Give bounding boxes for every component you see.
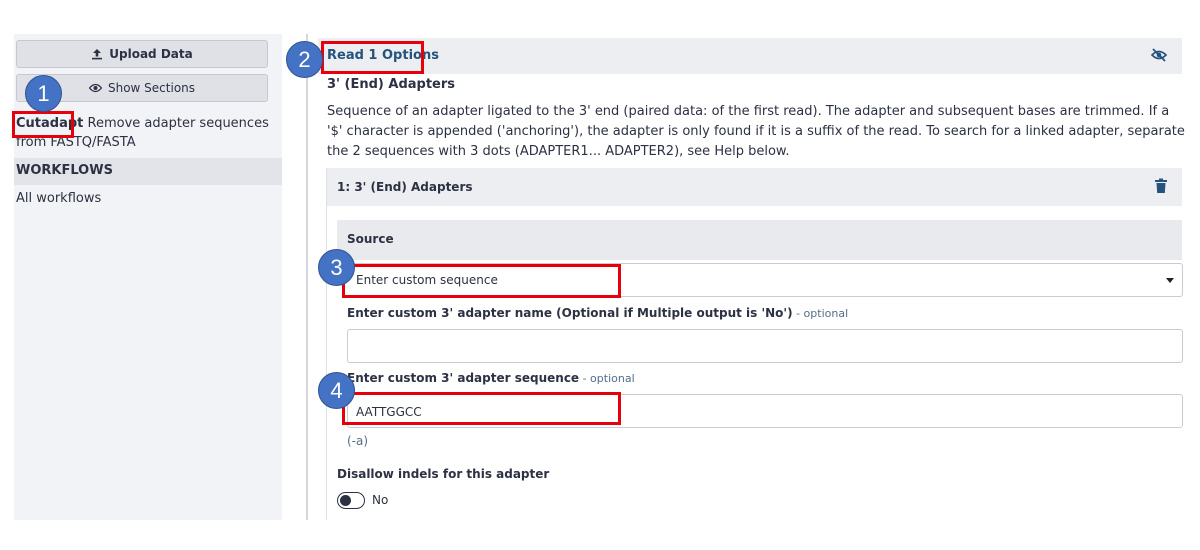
adapter-sequence-label-text: Enter custom 3' adapter sequence — [347, 371, 580, 385]
upload-data-button[interactable]: Upload Data — [16, 40, 268, 68]
repeat-title: 1: 3' (End) Adapters — [337, 180, 473, 194]
panel-divider[interactable] — [306, 34, 308, 520]
caret-down-icon[interactable] — [1166, 278, 1174, 283]
eye-slash-icon[interactable] — [1150, 46, 1168, 64]
optional-tag: - optional — [579, 372, 635, 385]
step-badge-3: 3 — [318, 249, 355, 286]
trash-icon[interactable] — [1154, 178, 1168, 194]
argument-hint: (-a) — [347, 434, 369, 448]
adapter-repeat-header[interactable]: 1: 3' (End) Adapters — [327, 168, 1182, 206]
step-badge-1: 1 — [25, 75, 62, 112]
adapter-name-input[interactable] — [347, 329, 1183, 363]
read1-options-section-header[interactable]: Read 1 Options — [318, 38, 1182, 74]
step-badge-2: 2 — [286, 41, 323, 78]
toggle-knob — [340, 495, 351, 506]
section-title[interactable]: Read 1 Options — [327, 48, 439, 63]
source-conditional-box: Source — [337, 220, 1182, 260]
eye-icon — [88, 83, 102, 93]
adapter-sequence-label: Enter custom 3' adapter sequence - optio… — [347, 371, 635, 385]
upload-icon — [92, 49, 103, 60]
disallow-indels-value: No — [372, 493, 389, 507]
disallow-indels-toggle[interactable] — [337, 492, 365, 509]
step-badge-4: 4 — [318, 372, 355, 409]
source-select[interactable]: Enter custom sequence — [343, 263, 1183, 297]
show-sections-label: Show Sections — [107, 81, 196, 95]
adapter-name-label-text: Enter custom 3' adapter name (Optional i… — [347, 306, 793, 320]
adapters-help-text: Sequence of an adapter ligated to the 3'… — [327, 104, 1185, 159]
adapter-name-label: Enter custom 3' adapter name (Optional i… — [347, 306, 848, 320]
upload-data-label: Upload Data — [109, 47, 193, 61]
optional-tag: - optional — [792, 307, 849, 320]
workflows-heading: WORKFLOWS — [14, 158, 282, 185]
source-select-value: Enter custom sequence — [356, 273, 498, 287]
adapters-label: 3' (End) Adapters — [327, 77, 456, 92]
tool-name[interactable]: Cutadapt — [16, 116, 83, 131]
tool-entry-cutadapt[interactable]: Cutadapt Remove adapter sequences from F… — [16, 114, 278, 152]
disallow-indels-label: Disallow indels for this adapter — [337, 467, 550, 481]
adapter-sequence-input[interactable]: AATTGGCC — [347, 394, 1183, 428]
source-label: Source — [347, 232, 394, 246]
all-workflows-link[interactable]: All workflows — [16, 191, 101, 206]
